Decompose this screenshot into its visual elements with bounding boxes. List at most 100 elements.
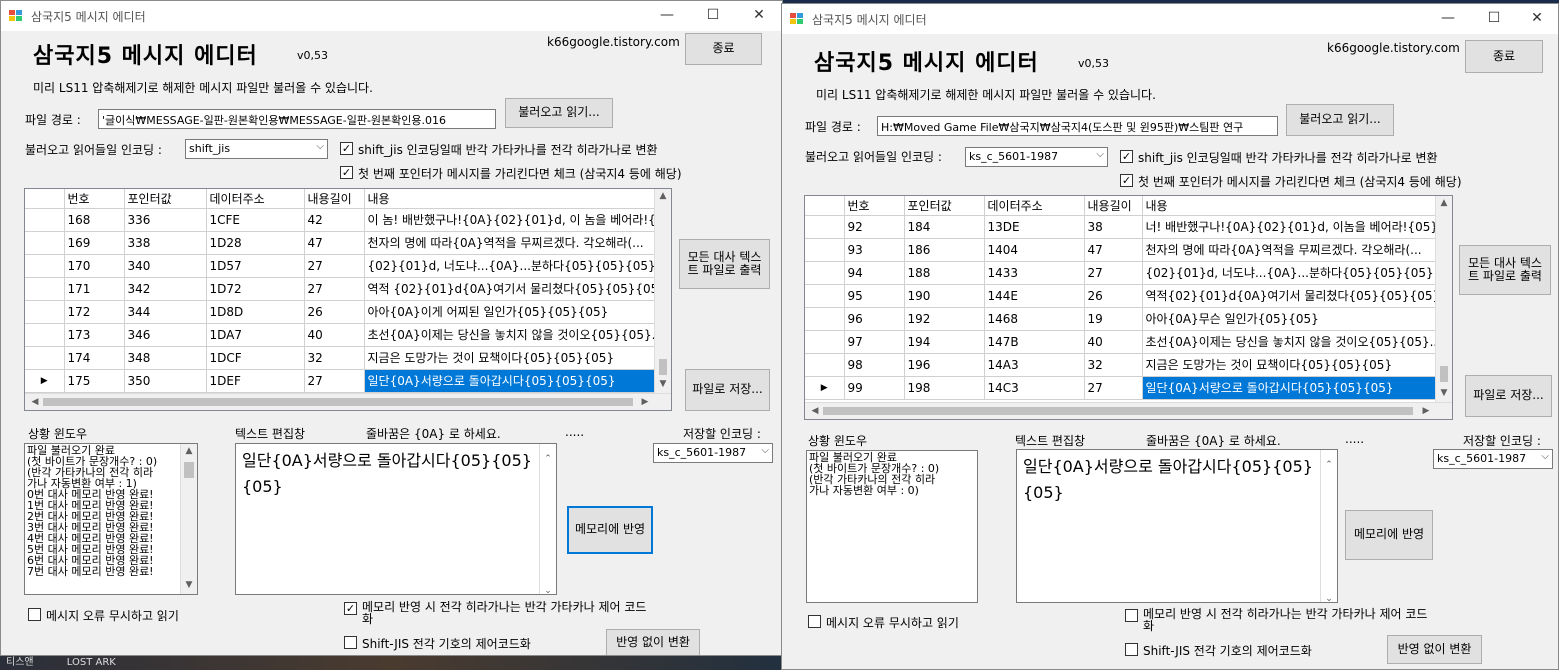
column-header[interactable]: 포인터값 <box>124 189 207 209</box>
table-row[interactable]: 98 196 14A3 32 지금은 도망가는 것이 묘책이다{05}{05}{05} <box>805 353 1438 377</box>
sjis-symbol-checkbox[interactable]: Shift-JIS 전각 기호의 제어코드화 <box>344 635 531 652</box>
cell[interactable]: 14A3 <box>984 353 1085 377</box>
file-path-field[interactable]: H:₩Moved Game File₩삼국지₩삼국지4(도스판 및 윈95판)₩… <box>877 116 1278 136</box>
table-row-selected[interactable]: ▶ 175 350 1DEF 27 일단{0A}서량으로 돌아갑시다{05}{05}{05… <box>25 369 657 393</box>
cell[interactable]: 47 <box>1084 238 1143 262</box>
row-header[interactable] <box>805 284 845 308</box>
cell-content[interactable]: 천자의 명에 따라{0A}역적을 무찌르겠다. 각오해라(... <box>364 231 657 255</box>
status-listbox[interactable]: 파일 불러오기 완료 (첫 바이트가 문장개수? : 0) (반각 가타카나의 … <box>24 443 198 595</box>
cell[interactable]: 27 <box>304 254 365 278</box>
cell[interactable]: 1DEF <box>206 369 305 393</box>
message-grid[interactable]: 번호 포인터값 데이터주소 내용길이 내용 92 184 13DE 38 너! 배반했구… <box>804 195 1453 420</box>
cell[interactable]: 175 <box>64 369 125 393</box>
pointer-checkbox[interactable]: ✓ 첫 번째 포인터가 메시지를 가리킨다면 체크 (삼국지4 등에 해당) <box>340 165 682 182</box>
text-editor[interactable]: 일단{0A}서량으로 돌아갑시다{05}{05}{05} ⌃ ⌄ <box>1016 449 1338 603</box>
table-row[interactable]: 97 194 147B 40 초선{0A}이제는 당신을 놓치지 않을 것이오{05}{… <box>805 330 1438 354</box>
cell[interactable]: 1CFE <box>206 208 305 232</box>
cell-content[interactable]: 너! 배반했구나!{0A}{02}{01}d, 이놈을 베어라!{05},... <box>1142 215 1438 239</box>
cell[interactable]: 14C3 <box>984 376 1085 400</box>
maximize-icon[interactable]: ☐ <box>690 1 736 31</box>
scroll-down-icon[interactable]: ▼ <box>181 580 197 591</box>
cell-content[interactable]: {02}{01}d, 너도냐...{0A}...분하다{05}{05}{05} <box>364 254 657 278</box>
cell-content[interactable]: 지금은 도망가는 것이 묘책이다{05}{05}{05} <box>364 346 657 370</box>
row-header[interactable] <box>805 307 845 331</box>
column-header[interactable]: 번호 <box>64 189 125 209</box>
cell[interactable]: 342 <box>124 277 207 301</box>
message-grid[interactable]: 번호 포인터값 데이터주소 내용길이 내용 168 336 1CFE 42 이 놈! 배… <box>24 188 672 411</box>
scroll-right-icon[interactable]: ▶ <box>1418 406 1434 416</box>
cell[interactable]: 340 <box>124 254 207 278</box>
cell[interactable]: 186 <box>904 238 985 262</box>
scroll-up-icon[interactable]: ▲ <box>1436 198 1452 208</box>
scroll-thumb[interactable] <box>43 398 633 406</box>
table-row[interactable]: 94 188 1433 27 {02}{01}d, 너도냐...{0A}...분하다{0… <box>805 261 1438 285</box>
column-header[interactable]: 내용 <box>364 189 657 209</box>
scroll-down-icon[interactable]: ▼ <box>1436 388 1452 398</box>
cell[interactable]: 94 <box>844 261 905 285</box>
scroll-up-icon[interactable]: ▲ <box>181 446 197 457</box>
scroll-thumb[interactable] <box>184 462 194 478</box>
table-row-selected[interactable]: ▶ 99 198 14C3 27 일단{0A}서량으로 돌아갑시다{05}{05}{05} <box>805 376 1438 400</box>
row-header[interactable] <box>805 215 845 239</box>
cell[interactable]: 1433 <box>984 261 1085 285</box>
cell[interactable]: 174 <box>64 346 125 370</box>
cell[interactable]: 188 <box>904 261 985 285</box>
cell-content[interactable]: 초선{0A}이제는 당신을 놓치지 않을 것이오{05}{05}... <box>364 323 657 347</box>
row-header[interactable] <box>805 261 845 285</box>
minimize-icon[interactable]: — <box>1425 4 1471 34</box>
cell[interactable]: 346 <box>124 323 207 347</box>
cell[interactable]: 169 <box>64 231 125 255</box>
cell[interactable]: 336 <box>124 208 207 232</box>
cell[interactable]: 26 <box>304 300 365 324</box>
row-header[interactable] <box>25 231 65 255</box>
table-row[interactable]: 168 336 1CFE 42 이 놈! 배반했구나!{0A}{02}{01}d, 이 … <box>25 208 657 232</box>
column-header[interactable]: 데이터주소 <box>984 196 1085 216</box>
cell[interactable]: 27 <box>1084 376 1143 400</box>
cell[interactable]: 350 <box>124 369 207 393</box>
minimize-icon[interactable]: — <box>644 1 690 31</box>
hiragana-control-checkbox[interactable]: 메모리 반영 시 전각 히라가나는 반각 가타카나 제어 코드화 <box>1125 608 1435 632</box>
title-bar[interactable]: 삼국지5 메시지 에디터 — ☐ ✕ <box>782 4 1558 34</box>
checkbox-box[interactable] <box>28 608 41 621</box>
convert-without-apply-button[interactable]: 반영 없이 변환 <box>1387 635 1482 664</box>
cell-content[interactable]: 초선{0A}이제는 당신을 놓치지 않을 것이오{05}{05}... <box>1142 330 1438 354</box>
cell-content[interactable]: 역적{02}{01}d{0A}여기서 물리쳤다{05}{05}{05} <box>1142 284 1438 308</box>
cell[interactable]: 1404 <box>984 238 1085 262</box>
text-editor[interactable]: 일단{0A}서량으로 돌아갑시다{05}{05}{05} ⌃ ⌄ <box>235 443 557 595</box>
table-row[interactable]: 174 348 1DCF 32 지금은 도망가는 것이 묘책이다{05}{05}{05} <box>25 346 657 370</box>
row-header[interactable] <box>805 353 845 377</box>
scroll-up-icon[interactable]: ⌃ <box>1321 452 1337 478</box>
cell[interactable]: 1468 <box>984 307 1085 331</box>
ignore-errors-checkbox[interactable]: 메시지 오류 무시하고 읽기 <box>808 614 959 631</box>
cell[interactable]: 27 <box>304 277 365 301</box>
column-header[interactable]: 내용 <box>1142 196 1438 216</box>
scroll-thumb[interactable] <box>1440 366 1448 382</box>
checkbox-box[interactable]: ✓ <box>340 142 353 155</box>
cell[interactable]: 1DCF <box>206 346 305 370</box>
cell[interactable]: 27 <box>304 369 365 393</box>
row-header[interactable] <box>25 254 65 278</box>
load-button[interactable]: 불러오고 읽기... <box>1286 104 1394 136</box>
checkbox-box[interactable] <box>344 636 357 649</box>
scroll-down-icon[interactable]: ▼ <box>655 379 671 389</box>
column-header[interactable]: 번호 <box>844 196 905 216</box>
cell[interactable]: 99 <box>844 376 905 400</box>
cell[interactable]: 1D72 <box>206 277 305 301</box>
cell[interactable]: 97 <box>844 330 905 354</box>
close-icon[interactable]: ✕ <box>736 1 782 31</box>
column-header[interactable]: 데이터주소 <box>206 189 305 209</box>
save-file-button[interactable]: 파일로 저장... <box>685 369 770 411</box>
cell[interactable]: 13DE <box>984 215 1085 239</box>
export-all-button[interactable]: 모든 대사 텍스트 파일로 출력 <box>1459 245 1551 295</box>
exit-button[interactable]: 종료 <box>685 33 762 65</box>
editor-scrollbar[interactable]: ⌃ ⌄ <box>1320 450 1337 602</box>
cell[interactable]: 19 <box>1084 307 1143 331</box>
table-row[interactable]: 170 340 1D57 27 {02}{01}d, 너도냐...{0A}...분하다{… <box>25 254 657 278</box>
row-header[interactable] <box>25 323 65 347</box>
column-header[interactable]: 포인터값 <box>904 196 985 216</box>
cell-content[interactable]: 역적 {02}{01}d{0A}여기서 물리쳤다{05}{05}{05} <box>364 277 657 301</box>
cell[interactable]: 40 <box>1084 330 1143 354</box>
kana-convert-checkbox[interactable]: ✓ shift_jis 인코딩일때 반각 가타카나를 전각 히라가나로 변환 <box>1120 149 1438 166</box>
scroll-down-icon[interactable]: ⌄ <box>1321 586 1337 602</box>
cell[interactable]: 32 <box>1084 353 1143 377</box>
